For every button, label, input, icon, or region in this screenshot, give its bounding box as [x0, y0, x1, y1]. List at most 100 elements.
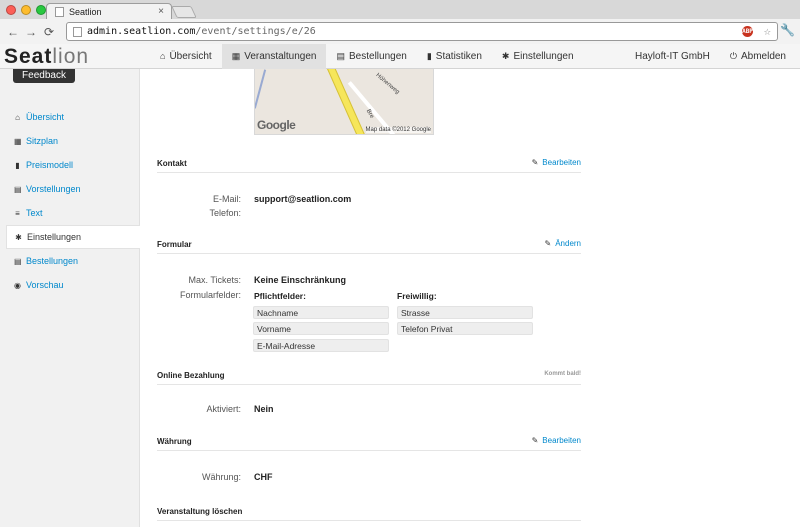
edit-icon: ✎: [531, 158, 539, 167]
section-formular: Formular ✎ Ändern: [157, 239, 582, 254]
page-icon: [73, 26, 82, 37]
edit-label: Bearbeiten: [542, 436, 581, 445]
form-fields-row: Formularfelder:: [157, 290, 577, 302]
optional-field-item: Telefon Privat: [397, 322, 533, 335]
wrench-menu-icon[interactable]: 🔧: [780, 23, 795, 37]
google-logo: Google: [257, 118, 296, 132]
company-link[interactable]: Hayloft-IT GmbH: [625, 44, 720, 69]
logout-link[interactable]: ⏻ Abmelden: [720, 44, 796, 69]
browser-tab[interactable]: Seatlion ×: [46, 3, 172, 19]
main-content: Höhenweg Bre Google Map data ©2012 Googl…: [140, 69, 800, 527]
nav-einstellungen[interactable]: ✱ Einstellungen: [492, 44, 584, 69]
currency-value: CHF: [254, 472, 273, 482]
section-title: Online Bezahlung: [157, 371, 225, 380]
max-tickets-label: Max. Tickets:: [188, 275, 241, 285]
url-path: /event/settings/e/26: [195, 26, 316, 37]
nav-label: Übersicht: [169, 51, 212, 62]
home-icon: ⌂: [15, 112, 20, 122]
nav-uebersicht[interactable]: ⌂ Übersicht: [150, 44, 222, 69]
currency-label: Währung:: [201, 472, 241, 482]
required-field-item: Vorname: [253, 322, 389, 335]
browser-chrome: Seatlion × ← → ⟳ admin.seatlion.com/even…: [0, 0, 800, 44]
feedback-button[interactable]: Feedback: [13, 69, 75, 83]
sidebar-item-sitzplan[interactable]: ▦ Sitzplan: [6, 129, 140, 153]
required-field-item: E-Mail-Adresse: [253, 339, 389, 352]
close-tab-icon[interactable]: ×: [158, 6, 164, 17]
edit-label: Ändern: [555, 239, 581, 248]
eye-icon: ◉: [14, 280, 21, 290]
nav-right: Hayloft-IT GmbH ⏻ Abmelden: [625, 44, 796, 69]
grid-icon: ▦: [14, 136, 22, 146]
max-tickets-row: Max. Tickets: Keine Einschränkung: [157, 275, 577, 287]
section-online-bezahlung: Online Bezahlung Kommt bald!: [157, 371, 581, 385]
edit-waehrung-link[interactable]: ✎ Bearbeiten: [532, 436, 581, 445]
phone-label: Telefon:: [209, 208, 241, 218]
edit-formular-link[interactable]: ✎ Ändern: [545, 239, 582, 248]
book-icon: ▮: [15, 160, 20, 170]
forward-arrow-icon[interactable]: →: [22, 25, 40, 39]
sidebar-item-bestellungen[interactable]: ▤ Bestellungen: [6, 249, 140, 273]
section-title: Währung: [157, 437, 192, 446]
activated-value: Nein: [254, 404, 274, 414]
gear-icon: ✱: [15, 232, 22, 242]
map-street-label: Höhenweg: [374, 72, 401, 96]
sidebar-item-label: Vorstellungen: [26, 184, 81, 194]
brand-logo[interactable]: Seatlion: [4, 44, 89, 69]
email-row: E-Mail: support@seatlion.com: [157, 194, 577, 206]
text-icon: ≡: [15, 208, 20, 218]
nav-label: Veranstaltungen: [244, 51, 317, 62]
sidebar-item-label: Übersicht: [26, 112, 65, 122]
edit-kontakt-link[interactable]: ✎ Bearbeiten: [532, 158, 581, 167]
zoom-window-button[interactable]: [36, 5, 46, 15]
section-waehrung: Währung ✎ Bearbeiten: [157, 436, 581, 451]
back-arrow-icon[interactable]: ←: [4, 25, 22, 39]
required-fields-header: Pflichtfelder:: [254, 291, 306, 301]
new-tab-button[interactable]: [171, 6, 197, 18]
nav-label: Einstellungen: [513, 51, 574, 62]
window-controls: [6, 5, 46, 15]
map-data-attribution: Map data ©2012 Google: [365, 127, 431, 133]
activated-label: Aktiviert:: [206, 404, 241, 414]
online-activated-row: Aktiviert: Nein: [157, 404, 577, 416]
app-navbar: Seatlion ⌂ Übersicht ▦ Veranstaltungen ▤ Be…: [0, 44, 800, 69]
email-value: support@seatlion.com: [254, 194, 352, 204]
brand-part-1: Seat: [4, 45, 53, 68]
bookmark-star-icon[interactable]: ☆: [764, 24, 771, 38]
gear-icon: ✱: [501, 51, 510, 61]
phone-row: Telefon:: [157, 208, 577, 220]
minimize-window-button[interactable]: [21, 5, 31, 15]
nav-statistiken[interactable]: ▮ Statistiken: [417, 44, 492, 69]
edit-icon: ✎: [544, 239, 552, 248]
nav-bestellungen[interactable]: ▤ Bestellungen: [326, 44, 416, 69]
table-icon: ▤: [336, 51, 345, 61]
main-nav: ⌂ Übersicht ▦ Veranstaltungen ▤ Bestellunge…: [150, 44, 584, 69]
sidebar-item-label: Text: [26, 208, 43, 218]
adblock-icon[interactable]: ABP: [742, 26, 753, 37]
sidebar-nav: ⌂ Übersicht ▦ Sitzplan ▮ Preismodell ▤ Vorst…: [6, 105, 140, 297]
nav-veranstaltungen[interactable]: ▦ Veranstaltungen: [221, 44, 327, 69]
sidebar-item-label: Sitzplan: [26, 136, 59, 146]
reload-icon[interactable]: ⟳: [40, 25, 58, 39]
sidebar-item-uebersicht[interactable]: ⌂ Übersicht: [6, 105, 140, 129]
section-title: Kontakt: [157, 159, 187, 168]
close-window-button[interactable]: [6, 5, 16, 15]
edit-label: Bearbeiten: [542, 158, 581, 167]
sidebar-item-einstellungen[interactable]: ✱ Einstellungen: [6, 225, 140, 249]
sidebar-item-label: Bestellungen: [26, 256, 79, 266]
brand-part-2: lion: [52, 45, 90, 68]
url-bar[interactable]: admin.seatlion.com/event/settings/e/26 A…: [66, 22, 778, 41]
sidebar-item-text[interactable]: ≡ Text: [6, 201, 140, 225]
chart-icon: ▮: [426, 51, 432, 61]
coming-soon-note: Kommt bald!: [544, 371, 581, 377]
max-tickets-value: Keine Einschränkung: [254, 275, 347, 285]
home-icon: ⌂: [160, 51, 166, 61]
page-favicon-icon: [55, 6, 64, 17]
sidebar-item-vorstellungen[interactable]: ▤ Vorstellungen: [6, 177, 140, 201]
section-title: Veranstaltung löschen: [157, 507, 243, 516]
power-icon: ⏻: [729, 51, 737, 61]
section-veranstaltung-loeschen: Veranstaltung löschen: [157, 507, 581, 521]
sidebar-item-vorschau[interactable]: ◉ Vorschau: [6, 273, 140, 297]
location-map[interactable]: Höhenweg Bre Google Map data ©2012 Googl…: [254, 69, 434, 135]
map-river: [255, 69, 267, 109]
sidebar-item-preismodell[interactable]: ▮ Preismodell: [6, 153, 140, 177]
